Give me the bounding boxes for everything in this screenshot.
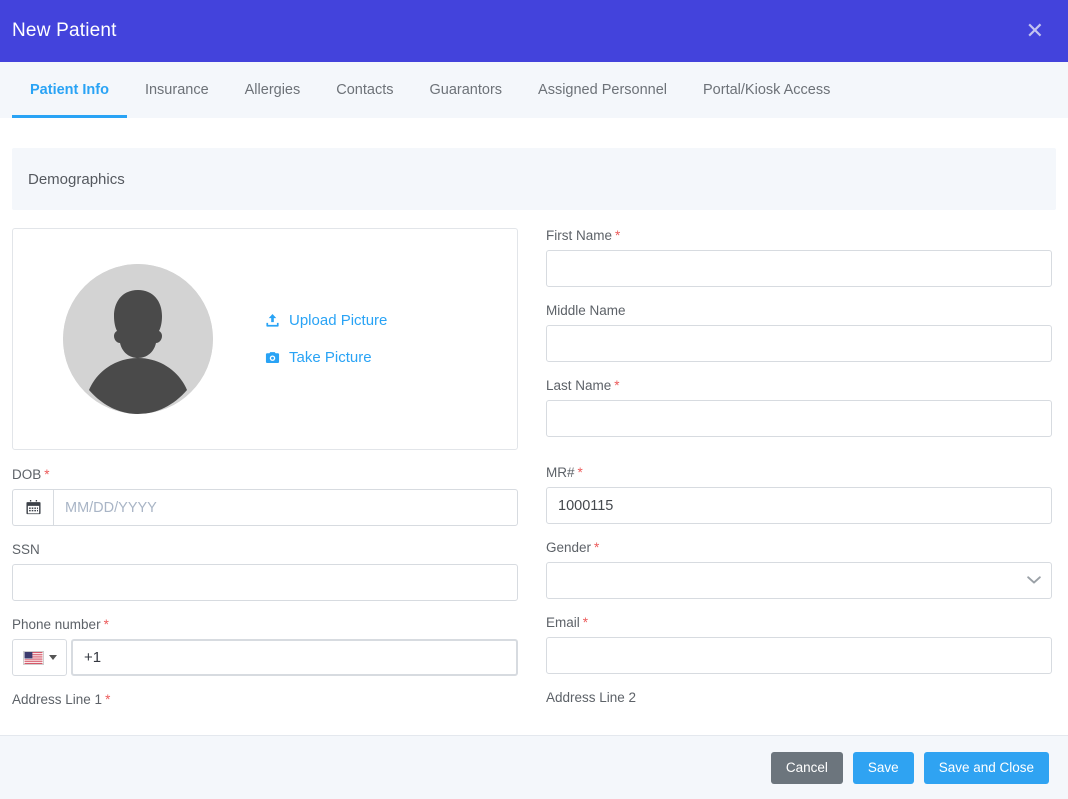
tab-insurance[interactable]: Insurance (127, 62, 227, 118)
field-middle-name: Middle Name (546, 303, 1052, 362)
email-label: Email * (546, 615, 1052, 630)
section-title: Demographics (28, 170, 125, 188)
first-name-label-text: First Name (546, 228, 613, 243)
tab-contacts[interactable]: Contacts (318, 62, 411, 118)
mrn-label-text: MR# (546, 465, 575, 480)
gender-label-text: Gender (546, 540, 592, 555)
tab-assigned-personnel[interactable]: Assigned Personnel (520, 62, 685, 118)
tab-label: Insurance (144, 82, 209, 98)
page-title: New Patient (12, 20, 117, 41)
first-name-label: First Name * (546, 228, 1052, 243)
patient-photo-card: Upload Picture Take Picture (12, 228, 518, 450)
tab-bar: Patient Info Insurance Allergies Contact… (0, 62, 1068, 118)
gender-select[interactable] (546, 562, 1052, 599)
take-picture-button[interactable]: Take Picture (265, 349, 387, 366)
country-code-selector[interactable] (12, 639, 67, 676)
phone-input-group (12, 639, 518, 676)
tab-patient-info[interactable]: Patient Info (12, 62, 127, 118)
required-marker: * (103, 617, 109, 632)
upload-picture-button[interactable]: Upload Picture (265, 312, 387, 329)
dob-input-group (12, 489, 518, 526)
required-marker: * (44, 467, 50, 482)
required-marker: * (594, 540, 600, 555)
upload-icon (265, 313, 280, 328)
gender-label: Gender * (546, 540, 1052, 555)
required-marker: * (614, 378, 620, 393)
mrn-input[interactable] (546, 487, 1052, 524)
modal-footer: Cancel Save Save and Close (0, 735, 1068, 799)
required-marker: * (582, 615, 589, 630)
phone-input[interactable] (71, 639, 518, 676)
camera-icon (265, 350, 280, 365)
right-column: First Name * Middle Name Last Name * MR#… (546, 228, 1052, 707)
phone-label: Phone number * (12, 617, 518, 632)
tab-allergies[interactable]: Allergies (227, 62, 319, 118)
field-mrn: MR# * (546, 465, 1052, 524)
tab-portal-kiosk-access[interactable]: Portal/Kiosk Access (685, 62, 848, 118)
required-marker: * (577, 465, 583, 480)
middle-name-input[interactable] (546, 325, 1052, 362)
phone-label-text: Phone number (12, 617, 101, 632)
upload-picture-label: Upload Picture (289, 312, 388, 329)
field-dob: DOB * (12, 467, 518, 526)
dob-label: DOB * (12, 467, 518, 482)
field-phone-number: Phone number * (12, 617, 518, 676)
field-email: Email * (546, 615, 1052, 674)
tab-label: Allergies (244, 82, 301, 98)
address-line-2-label: Address Line 2 (546, 690, 637, 705)
field-last-name: Last Name * (546, 378, 1052, 437)
tab-guarantors[interactable]: Guarantors (411, 62, 520, 118)
ssn-input[interactable] (12, 564, 518, 601)
first-name-input[interactable] (546, 250, 1052, 287)
tab-label: Guarantors (429, 82, 503, 98)
mrn-label: MR# * (546, 465, 1052, 480)
dob-input[interactable] (53, 489, 518, 526)
close-icon[interactable]: ✕ (1022, 18, 1048, 44)
address-line-1-label-text: Address Line 1 (12, 692, 103, 707)
last-name-label: Last Name * (546, 378, 1052, 393)
required-marker: * (615, 228, 621, 243)
email-label-text: Email (546, 615, 580, 630)
us-flag-icon (22, 650, 44, 665)
tab-label: Patient Info (30, 82, 109, 98)
tab-label: Portal/Kiosk Access (703, 82, 831, 98)
field-first-name: First Name * (546, 228, 1052, 287)
photo-actions: Upload Picture Take Picture (265, 312, 387, 366)
tab-label: Assigned Personnel (538, 82, 668, 98)
chevron-down-icon (48, 655, 57, 660)
last-name-label-text: Last Name (546, 378, 612, 393)
last-name-input[interactable] (546, 400, 1052, 437)
take-picture-label: Take Picture (289, 349, 372, 366)
form-scroll-area[interactable]: Demographics Upload Picture Take Picture… (0, 118, 1068, 735)
tab-label: Contacts (336, 82, 394, 98)
demographics-section-header: Demographics (12, 148, 1056, 210)
save-button[interactable]: Save (852, 751, 914, 784)
save-and-close-button[interactable]: Save and Close (923, 751, 1049, 784)
avatar (63, 264, 213, 414)
demographics-grid: Upload Picture Take Picture DOB * MM/DD/… (12, 228, 1056, 707)
gender-select-wrap (546, 562, 1052, 599)
ssn-label: SSN (12, 542, 40, 557)
left-column: Upload Picture Take Picture DOB * MM/DD/… (12, 228, 518, 707)
dob-label-text: DOB (12, 467, 42, 482)
field-gender: Gender * (546, 540, 1052, 599)
email-input[interactable] (546, 637, 1052, 674)
cancel-button[interactable]: Cancel (770, 751, 843, 784)
new-patient-modal: New Patient ✕ Patient Info Insurance All… (0, 0, 1068, 799)
required-marker: * (105, 692, 111, 707)
field-ssn: SSN (12, 542, 518, 601)
calendar-icon[interactable] (12, 489, 53, 526)
modal-header: New Patient ✕ (0, 0, 1068, 62)
address-line-1-label: Address Line 1 * (12, 692, 518, 707)
middle-name-label: Middle Name (546, 303, 626, 318)
